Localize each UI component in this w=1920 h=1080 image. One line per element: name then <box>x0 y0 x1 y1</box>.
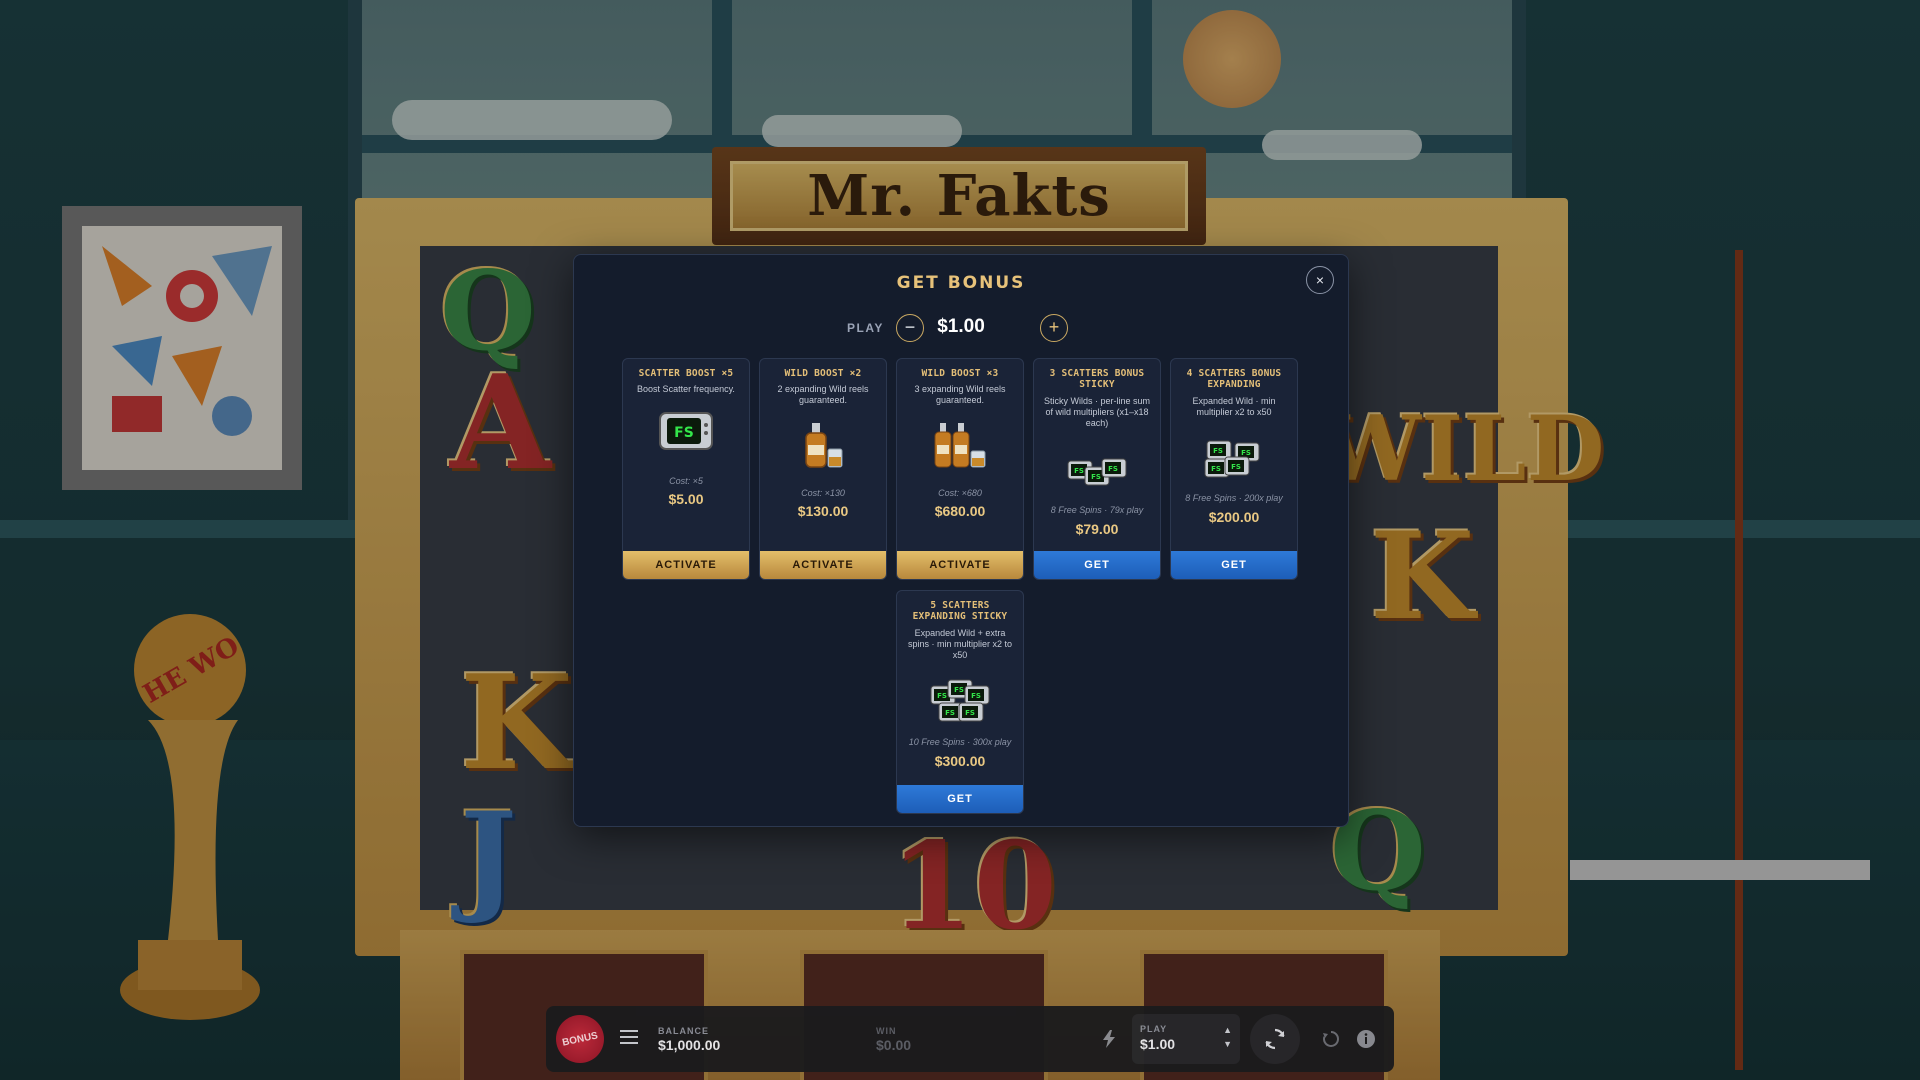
bet-selector[interactable]: PLAY $1.00 ▲ ▼ <box>1132 1014 1240 1064</box>
whiskey-bottle-icon <box>760 421 886 471</box>
card-cost: Cost: ×680 <box>938 488 982 498</box>
four-scatters-icon: FS FS FS FS <box>1171 439 1297 481</box>
increase-bet-button[interactable]: + <box>1040 314 1068 342</box>
card-title: 4 SCATTERS BONUS EXPANDING <box>1186 368 1282 390</box>
svg-text:FS: FS <box>937 692 947 700</box>
bonus-card-wild-boost-2: WILD BOOST ×2 2 expanding Wild reels gua… <box>759 358 887 580</box>
svg-text:FS: FS <box>965 709 975 717</box>
play-value: $1.00 <box>937 316 985 337</box>
card-description: 3 expanding Wild reels guaranteed. <box>914 384 1006 405</box>
svg-text:FS: FS <box>674 425 694 441</box>
balance-label: BALANCE <box>658 1026 709 1036</box>
bet-label: PLAY <box>1140 1024 1168 1034</box>
autoplay-icon[interactable] <box>1321 1029 1341 1049</box>
card-title: 3 SCATTERS BONUS STICKY <box>1049 368 1145 390</box>
info-icon[interactable] <box>1356 1029 1376 1049</box>
card-title: SCATTER BOOST ×5 <box>638 368 734 379</box>
bonus-card-3-scatters: 3 SCATTERS BONUS STICKY Sticky Wilds · p… <box>1033 358 1161 580</box>
spin-button[interactable] <box>1250 1014 1300 1064</box>
bottom-control-bar: BONUS BALANCE $1,000.00 WIN $0.00 PLAY $… <box>546 1006 1394 1072</box>
bonus-card-4-scatters: 4 SCATTERS BONUS EXPANDING Expanded Wild… <box>1170 358 1298 580</box>
get-button[interactable]: GET <box>1171 551 1297 579</box>
svg-text:FS: FS <box>1211 465 1221 473</box>
card-description: Expanded Wild · min multiplier x2 to x50 <box>1192 396 1276 417</box>
card-spins: 8 Free Spins · 79x play <box>1050 505 1144 515</box>
bonus-card-5-scatters: 5 SCATTERS EXPANDING STICKY Expanded Wil… <box>896 590 1024 814</box>
balance-value: $1,000.00 <box>658 1037 721 1053</box>
card-cost: Cost: ×130 <box>801 488 845 498</box>
svg-text:FS: FS <box>945 709 955 717</box>
close-button[interactable]: × <box>1306 266 1334 294</box>
card-spins: 10 Free Spins · 300x play <box>908 737 1012 747</box>
svg-text:FS: FS <box>1213 447 1223 455</box>
three-scatters-icon: FS FS FS <box>1034 455 1160 489</box>
win-label: WIN <box>876 1026 897 1036</box>
svg-text:FS: FS <box>1074 467 1084 475</box>
card-title: WILD BOOST ×3 <box>921 368 999 379</box>
get-bonus-modal: GET BONUS × PLAY − $1.00 + SCATTER BOOST… <box>573 254 1349 827</box>
activate-button[interactable]: ACTIVATE <box>760 551 886 579</box>
svg-text:FS: FS <box>1108 465 1118 473</box>
card-description: Sticky Wilds · per-line sum of wild mult… <box>1043 396 1151 428</box>
card-description: 2 expanding Wild reels guaranteed. <box>777 384 869 405</box>
card-description: Expanded Wild + extra spins · min multip… <box>907 628 1013 660</box>
svg-text:FS: FS <box>1241 449 1251 457</box>
bet-value: $1.00 <box>1140 1036 1176 1052</box>
get-button[interactable]: GET <box>897 785 1023 813</box>
card-description: Boost Scatter frequency. <box>637 384 735 394</box>
card-spins: 8 Free Spins · 200x play <box>1185 493 1283 503</box>
card-price: $680.00 <box>934 503 986 519</box>
activate-button[interactable]: ACTIVATE <box>897 551 1023 579</box>
five-scatters-icon: FS FS FS FS FS <box>897 678 1023 724</box>
card-price: $79.00 <box>1075 521 1119 537</box>
svg-text:FS: FS <box>1091 473 1101 481</box>
card-price: $200.00 <box>1208 509 1260 525</box>
menu-icon[interactable] <box>620 1030 638 1044</box>
bet-arrows-icon[interactable]: ▲ ▼ <box>1223 1023 1232 1051</box>
get-button[interactable]: GET <box>1034 551 1160 579</box>
turbo-icon[interactable] <box>1102 1030 1116 1048</box>
card-price: $130.00 <box>797 503 849 519</box>
svg-text:FS: FS <box>954 686 964 694</box>
card-price: $300.00 <box>934 753 986 769</box>
card-title: 5 SCATTERS EXPANDING STICKY <box>912 600 1008 622</box>
win-value: $0.00 <box>876 1037 912 1053</box>
bonus-card-scatter-boost: SCATTER BOOST ×5 Boost Scatter frequency… <box>622 358 750 580</box>
svg-text:FS: FS <box>971 692 981 700</box>
whiskey-bottles-icon <box>897 421 1023 471</box>
spin-icon <box>1265 1028 1285 1050</box>
card-cost: Cost: ×5 <box>669 476 703 486</box>
card-price: $5.00 <box>668 491 704 507</box>
card-title: WILD BOOST ×2 <box>784 368 862 379</box>
play-stepper: PLAY − $1.00 + <box>574 312 1348 344</box>
modal-title: GET BONUS <box>896 273 1026 293</box>
bonus-button[interactable]: BONUS <box>551 1010 609 1068</box>
activate-button[interactable]: ACTIVATE <box>623 551 749 579</box>
svg-text:FS: FS <box>1231 463 1241 471</box>
bonus-card-wild-boost-3: WILD BOOST ×3 3 expanding Wild reels gua… <box>896 358 1024 580</box>
fs-scatter-icon: FS <box>623 411 749 451</box>
